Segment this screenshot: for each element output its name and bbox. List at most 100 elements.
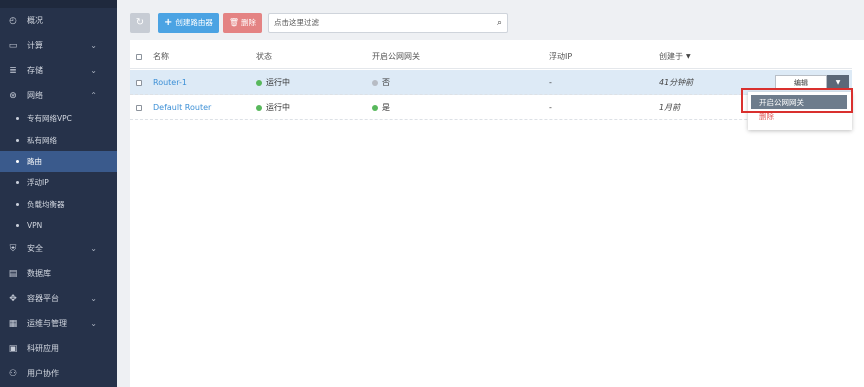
status-text: 运行中 <box>266 78 290 87</box>
header-gateway[interactable]: 开启公网网关 <box>372 44 420 69</box>
floating-ip-value: - <box>549 103 552 112</box>
research-icon: ▣ <box>8 343 18 354</box>
sidebar-item-compute[interactable]: ▭ 计算 ⌄ <box>0 33 117 58</box>
refresh-icon: ↻ <box>135 17 145 28</box>
created-value: 1月前 <box>659 103 681 112</box>
row-action-group: 编辑 ▼ <box>775 75 849 90</box>
shield-icon: ⛨ <box>9 243 17 254</box>
router-name-link[interactable]: Router-1 <box>153 78 187 87</box>
delete-button[interactable]: 🗑 删除 <box>222 12 263 33</box>
header-status[interactable]: 状态 <box>256 44 272 69</box>
row-checkbox[interactable] <box>136 104 142 111</box>
row-checkbox[interactable] <box>136 79 142 86</box>
sidebar-item-storage[interactable]: ≣ 存储 ⌄ <box>0 58 117 83</box>
chevron-down-icon: ⌄ <box>90 41 97 50</box>
delete-label: 删除 <box>241 18 257 27</box>
gateway-value: 是 <box>382 103 390 112</box>
sidebar-item-label: 网络 <box>27 91 43 100</box>
menu-item-enable-gateway[interactable]: 开启公网网关 <box>751 95 847 109</box>
header-created-label: 创建于 <box>659 52 683 61</box>
sidebar-subitem-label: VPN <box>27 221 43 231</box>
menu-item-delete[interactable]: 删除 <box>751 109 847 123</box>
search-icon[interactable]: ⌕ <box>497 18 502 28</box>
main-content: ↻ + 创建路由器 🗑 删除 ⌕ 名称 状态 开启公网网关 浮动IP 创建于 ▼ <box>129 0 864 387</box>
sidebar-subitem-label: 浮动IP <box>27 178 49 188</box>
sidebar-item-collaboration[interactable]: ⚇ 用户协作 <box>0 361 117 386</box>
sidebar-item-label: 运维与管理 <box>27 319 67 329</box>
network-icon: ⊛ <box>9 90 17 101</box>
sidebar-subitem-label: 私有网络 <box>27 135 57 145</box>
status-running-icon <box>256 79 262 86</box>
search-input[interactable] <box>269 18 490 27</box>
ops-icon: ▦ <box>8 318 18 329</box>
gateway-on-icon <box>372 104 378 111</box>
chevron-down-icon: ⌄ <box>90 244 97 254</box>
table-header: 名称 状态 开启公网网关 浮动IP 创建于 ▼ <box>130 44 852 69</box>
trash-icon: 🗑 <box>228 18 240 27</box>
header-name[interactable]: 名称 <box>153 44 169 69</box>
sidebar-subitem-private-network[interactable]: 私有网络 <box>0 129 117 150</box>
created-value: 41分钟前 <box>659 78 694 87</box>
row-actions-dropdown: 开启公网网关 删除 <box>748 92 852 130</box>
sidebar-item-database[interactable]: ▤ 数据库 <box>0 261 117 286</box>
floating-ip-value: - <box>549 78 552 87</box>
chevron-down-icon: ⌄ <box>90 294 97 304</box>
database-icon: ≣ <box>9 65 17 76</box>
bullet-icon <box>16 181 19 185</box>
gateway-value: 否 <box>382 78 390 87</box>
sidebar-item-network[interactable]: ⊛ 网络 ⌃ <box>0 83 117 108</box>
sidebar-item-security[interactable]: ⛨ 安全 ⌄ <box>0 236 117 261</box>
sidebar-subitem-router[interactable]: 路由 <box>0 150 117 173</box>
refresh-button[interactable]: ↻ <box>130 12 150 33</box>
sidebar-subitem-label: 负载均衡器 <box>27 199 65 209</box>
header-created[interactable]: 创建于 ▼ <box>659 44 691 69</box>
search-box: ⌕ <box>268 12 509 33</box>
table-row[interactable]: Default Router 运行中 是 - 1月前 <box>130 95 852 120</box>
gateway-off-icon <box>372 79 378 86</box>
monitor-icon: ▭ <box>8 40 18 51</box>
sidebar: ◴ 概况 ▭ 计算 ⌄ ≣ 存储 ⌄ ⊛ 网络 ⌃ 专有网络VPC 私有网络 路… <box>0 0 117 387</box>
chevron-up-icon: ⌃ <box>90 91 97 100</box>
sidebar-item-container[interactable]: ✥ 容器平台 ⌄ <box>0 286 117 311</box>
sidebar-subitem-label: 专有网络VPC <box>27 114 72 124</box>
sidebar-top-bar <box>0 0 117 8</box>
more-actions-button[interactable]: ▼ <box>827 75 849 90</box>
sidebar-item-ops[interactable]: ▦ 运维与管理 ⌄ <box>0 311 117 336</box>
sidebar-subitem-floating-ip[interactable]: 浮动IP <box>0 172 117 193</box>
select-all-checkbox[interactable] <box>136 53 142 60</box>
bullet-icon <box>16 117 19 121</box>
sort-desc-icon: ▼ <box>686 53 691 60</box>
db-icon: ▤ <box>8 268 18 279</box>
sidebar-item-label: 用户协作 <box>27 369 59 379</box>
create-router-button[interactable]: + 创建路由器 <box>158 12 219 33</box>
status-text: 运行中 <box>266 103 290 112</box>
dashboard-icon: ◴ <box>9 15 17 26</box>
sidebar-item-label: 数据库 <box>27 269 51 279</box>
sidebar-item-label: 存储 <box>27 66 43 75</box>
chevron-down-icon: ⌄ <box>90 319 97 329</box>
sidebar-item-label: 容器平台 <box>27 294 59 304</box>
sidebar-item-overview[interactable]: ◴ 概况 <box>0 8 117 33</box>
users-icon: ⚇ <box>8 368 18 379</box>
router-name-link[interactable]: Default Router <box>153 103 211 112</box>
header-floating-ip[interactable]: 浮动IP <box>549 44 572 69</box>
plus-icon: + <box>164 17 173 28</box>
sidebar-subitem-label: 路由 <box>27 156 42 166</box>
sidebar-item-label: 科研应用 <box>27 344 59 354</box>
status-running-icon <box>256 104 262 111</box>
caret-down-icon: ▼ <box>835 79 841 86</box>
sidebar-item-label: 计算 <box>27 41 43 50</box>
toolbar: ↻ + 创建路由器 🗑 删除 ⌕ <box>130 12 509 33</box>
sidebar-subitem-load-balancer[interactable]: 负载均衡器 <box>0 194 117 215</box>
edit-button[interactable]: 编辑 <box>775 75 827 90</box>
sidebar-subitem-vpc[interactable]: 专有网络VPC <box>0 108 117 129</box>
chevron-down-icon: ⌄ <box>90 66 97 75</box>
bullet-icon <box>16 202 19 206</box>
sidebar-item-label: 概况 <box>27 16 43 25</box>
table-row[interactable]: Router-1 运行中 否 - 41分钟前 编辑 ▼ <box>130 70 852 95</box>
sidebar-subitem-vpn[interactable]: VPN <box>0 215 117 236</box>
sidebar-item-label: 安全 <box>27 244 43 254</box>
sidebar-item-research[interactable]: ▣ 科研应用 <box>0 336 117 361</box>
container-icon: ✥ <box>9 293 17 304</box>
bullet-icon <box>16 138 19 142</box>
